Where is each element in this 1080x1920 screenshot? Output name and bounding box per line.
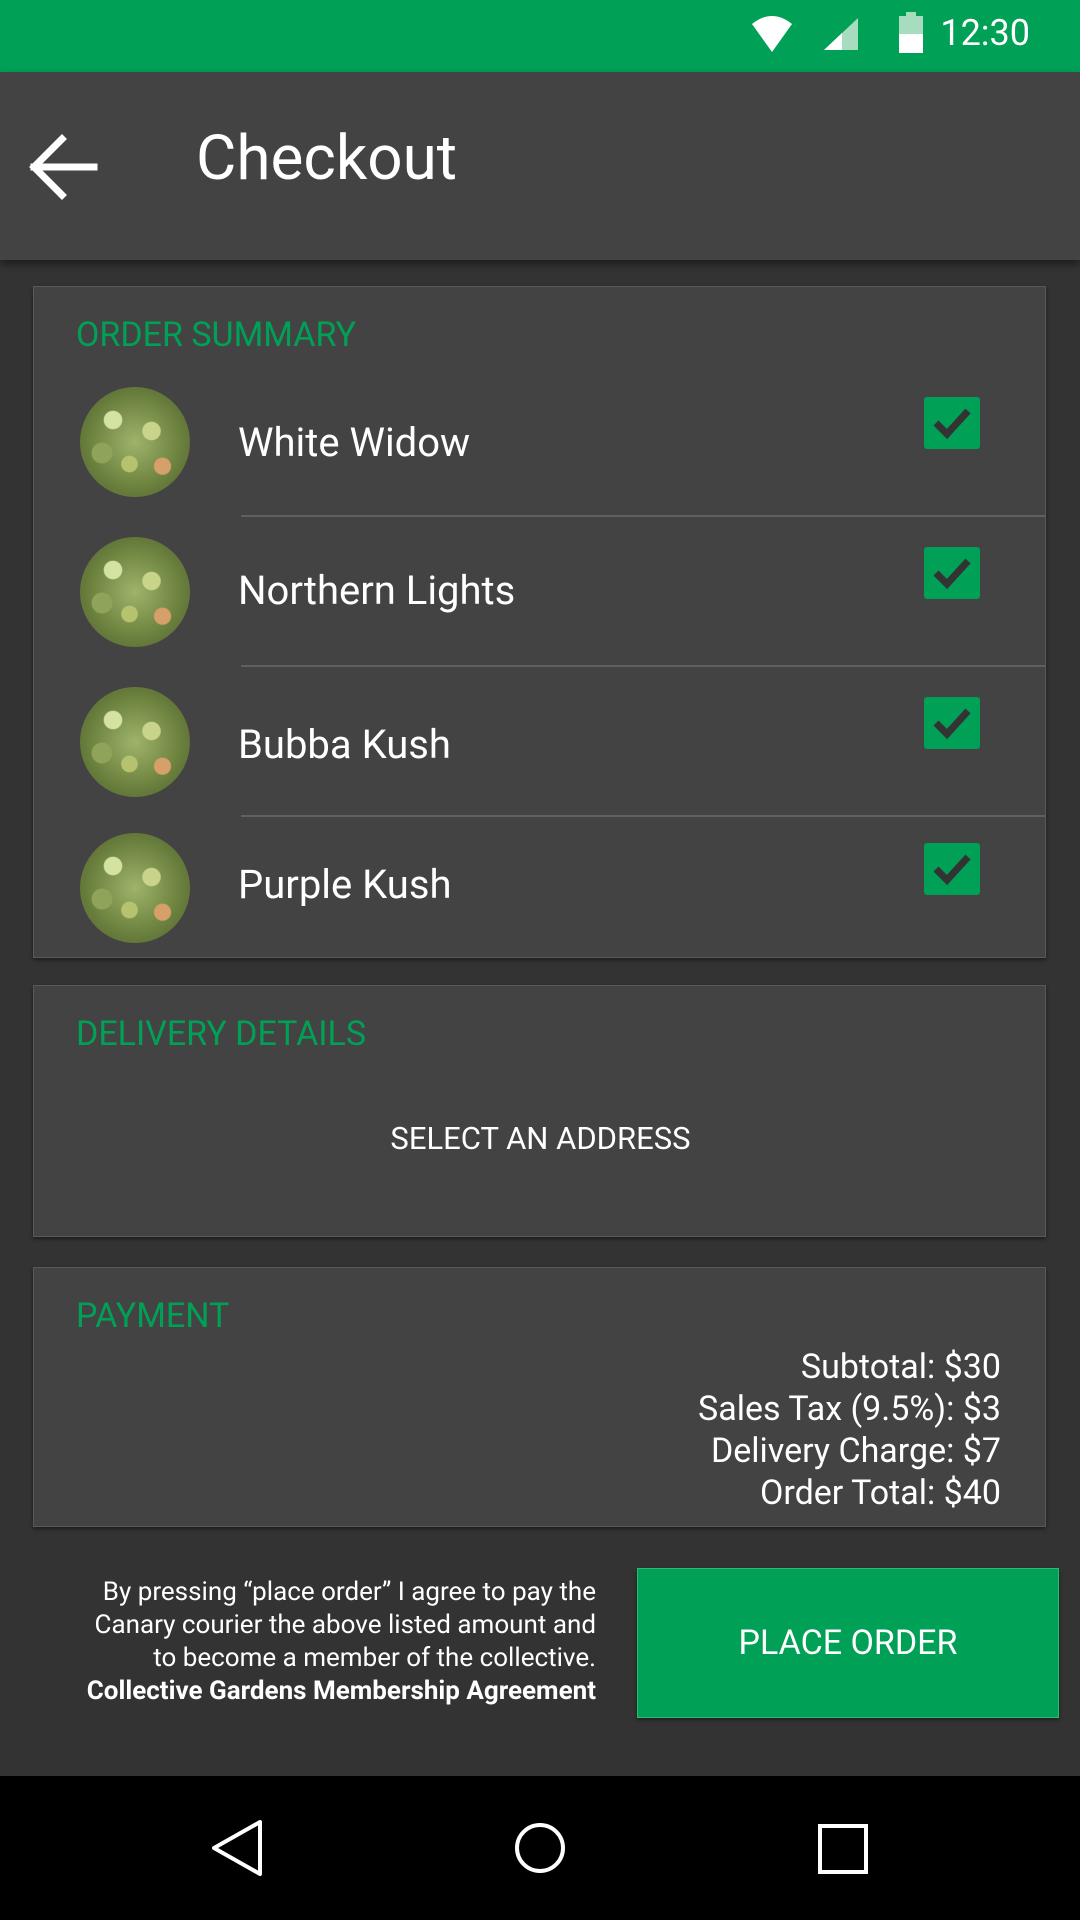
divider xyxy=(241,815,1045,817)
payment-breakdown: Subtotal: $30 Sales Tax (9.5%): $3 Deliv… xyxy=(698,1346,1001,1514)
battery-icon xyxy=(898,12,924,58)
page-title: Checkout xyxy=(196,122,458,195)
delivery-details-title: DELIVERY DETAILS xyxy=(76,1014,367,1054)
check-icon xyxy=(933,408,971,440)
order-total: Order Total: $40 xyxy=(759,1473,1001,1513)
check-icon xyxy=(933,558,971,590)
disclaimer-line: to become a member of the collective. xyxy=(153,1643,596,1673)
product-thumbnail xyxy=(80,537,190,647)
order-summary-card: ORDER SUMMARY White Widow Northern Light… xyxy=(33,286,1046,958)
check-icon xyxy=(933,854,971,886)
item-name: Bubba Kush xyxy=(238,721,451,768)
cell-signal-icon xyxy=(822,16,860,56)
subtotal: Subtotal: $30 xyxy=(800,1347,1001,1387)
payment-card: PAYMENT Subtotal: $30 Sales Tax (9.5%): … xyxy=(33,1267,1046,1527)
delivery-details-card: DELIVERY DETAILS SELECT AN ADDRESS xyxy=(33,985,1046,1237)
product-thumbnail xyxy=(80,387,190,497)
status-bar: 12:30 xyxy=(0,0,1080,72)
wifi-icon xyxy=(750,14,794,58)
disclaimer-line: Canary courier the above listed amount a… xyxy=(94,1610,596,1640)
item-name: Northern Lights xyxy=(238,567,516,614)
product-thumbnail xyxy=(80,833,190,943)
membership-agreement-link[interactable]: Collective Gardens Membership Agreement xyxy=(16,1675,596,1708)
disclaimer-line: By pressing “place order” I agree to pay… xyxy=(102,1577,596,1607)
item-checkbox[interactable] xyxy=(924,697,980,749)
item-checkbox[interactable] xyxy=(924,547,980,599)
divider xyxy=(241,665,1045,667)
nav-back-icon[interactable] xyxy=(206,1816,270,1880)
select-address-button[interactable]: SELECT AN ADDRESS xyxy=(34,1120,1047,1157)
order-disclaimer: By pressing “place order” I agree to pay… xyxy=(16,1576,596,1708)
system-nav-bar xyxy=(0,1776,1080,1920)
divider xyxy=(241,515,1045,517)
order-summary-title: ORDER SUMMARY xyxy=(76,315,357,355)
app-bar: Checkout xyxy=(0,72,1080,260)
check-icon xyxy=(933,708,971,740)
item-name: Purple Kush xyxy=(238,861,452,908)
nav-home-icon[interactable] xyxy=(508,1816,572,1880)
item-checkbox[interactable] xyxy=(924,397,980,449)
place-order-button[interactable]: PLACE ORDER xyxy=(637,1568,1059,1718)
payment-title: PAYMENT xyxy=(76,1296,230,1336)
item-checkbox[interactable] xyxy=(924,843,980,895)
status-time: 12:30 xyxy=(940,12,1030,54)
list-item: Purple Kush xyxy=(34,833,1047,983)
nav-recents-icon[interactable] xyxy=(810,1816,874,1880)
sales-tax: Sales Tax (9.5%): $3 xyxy=(698,1389,1001,1429)
delivery-charge: Delivery Charge: $7 xyxy=(710,1431,1001,1471)
product-thumbnail xyxy=(80,687,190,797)
arrow-back-icon[interactable] xyxy=(26,130,100,204)
item-name: White Widow xyxy=(238,419,471,466)
